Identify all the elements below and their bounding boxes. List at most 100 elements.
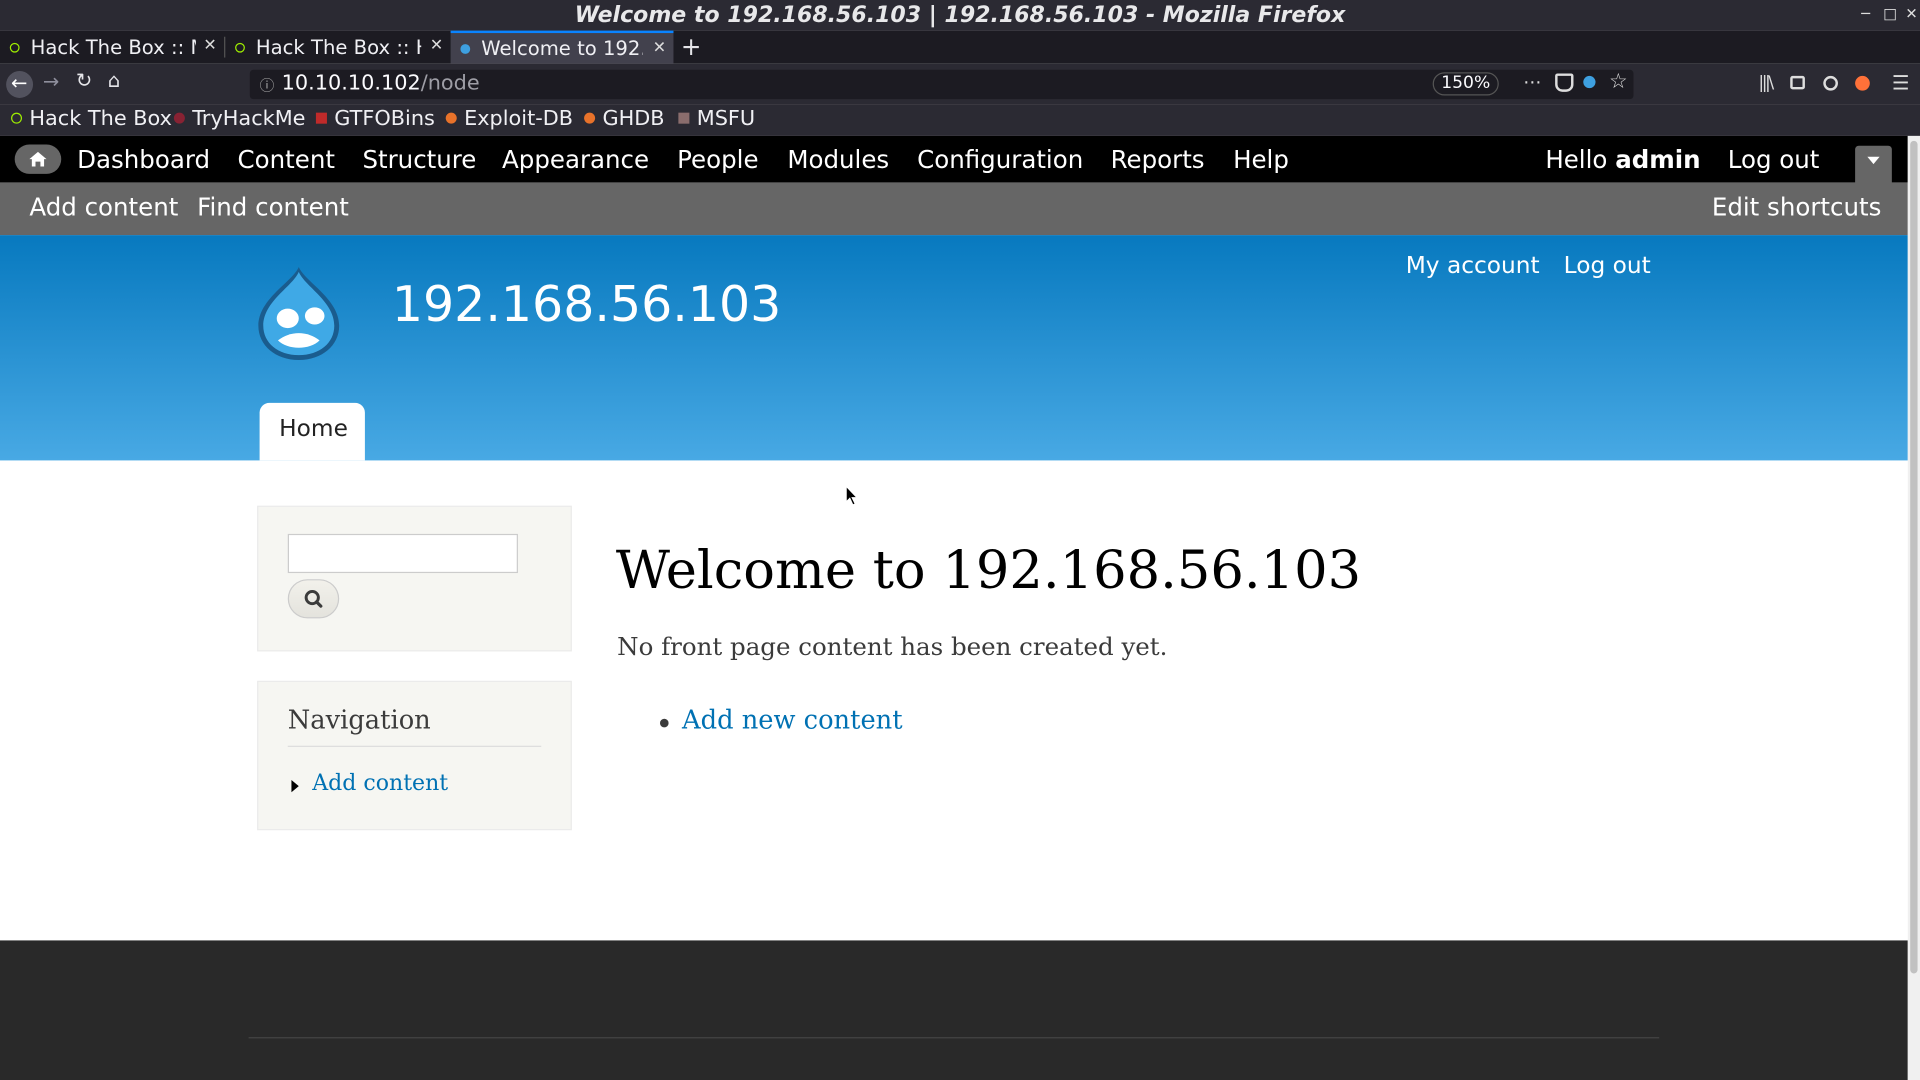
- add-new-content-link[interactable]: Add new content: [682, 705, 903, 734]
- tab-label: Hack The Box :: H: [255, 35, 422, 59]
- tryhackme-favicon-icon: [173, 112, 185, 124]
- tab-label: Hack The Box :: M: [30, 35, 196, 59]
- bookmark-label: Hack The Box: [29, 106, 172, 132]
- toolbar-people[interactable]: People: [677, 144, 758, 173]
- tab-strip: Hack The Box :: M ✕ Hack The Box :: H ✕ …: [0, 30, 1920, 64]
- ghdb-favicon-icon: [584, 112, 596, 124]
- search-input[interactable]: [287, 533, 518, 574]
- new-tab-icon[interactable]: +: [681, 32, 702, 61]
- home-icon[interactable]: ⌂: [108, 69, 120, 92]
- bookmark-label: GHDB: [602, 106, 665, 132]
- bookmark-exploit-db[interactable]: Exploit-DB: [445, 106, 574, 132]
- forward-arrow-icon[interactable]: →: [43, 70, 59, 93]
- tab-hackthebox-1[interactable]: Hack The Box :: M ✕: [0, 31, 224, 64]
- toolbar-content[interactable]: Content: [238, 144, 335, 173]
- close-tab-icon[interactable]: ✕: [203, 37, 216, 55]
- hackthebox-favicon-icon: [11, 112, 23, 124]
- msfu-favicon-icon: [678, 112, 690, 124]
- tab-hackthebox-2[interactable]: Hack The Box :: H ✕: [225, 31, 450, 64]
- navigation-divider: [287, 745, 542, 747]
- bookmark-star-icon[interactable]: ☆: [1609, 70, 1628, 94]
- nav-item-add-content[interactable]: Add content: [312, 770, 448, 796]
- home-icon: [29, 151, 47, 167]
- bookmark-label: GTFOBins: [334, 106, 435, 132]
- close-window-icon[interactable]: ✕: [1905, 5, 1917, 22]
- toolbar-modules[interactable]: Modules: [787, 144, 889, 173]
- exploit-db-favicon-icon: [445, 112, 457, 124]
- window-titlebar: Welcome to 192.168.56.103 | 192.168.56.1…: [0, 0, 1920, 31]
- hello-text: Hello: [1545, 144, 1616, 174]
- site-info-icon[interactable]: ⓘ: [260, 75, 275, 96]
- site-name[interactable]: 192.168.56.103: [392, 277, 782, 333]
- page-title: Welcome to 192.168.56.103: [615, 540, 1362, 602]
- toolbar-appearance[interactable]: Appearance: [502, 144, 649, 173]
- url-host: 10.10.10.102: [281, 71, 421, 96]
- url-path: /node: [420, 71, 480, 96]
- bookmark-label: MSFU: [696, 106, 756, 132]
- url-bar[interactable]: ⓘ 10.10.10.102/node 150% ⋯ ☆: [249, 69, 1634, 100]
- close-tab-icon[interactable]: ✕: [430, 37, 443, 55]
- toolbar-user-greeting[interactable]: Hello admin: [1545, 144, 1700, 173]
- bookmark-hackthebox[interactable]: Hack The Box: [11, 107, 172, 131]
- tab-label: Welcome to 192.1: [481, 36, 643, 61]
- back-arrow-icon: ←: [11, 71, 28, 95]
- toolbar-dashboard[interactable]: Dashboard: [77, 144, 210, 173]
- page-scrollbar[interactable]: [1907, 135, 1920, 1080]
- username: admin: [1615, 144, 1701, 174]
- chevron-down-icon: [1867, 156, 1880, 165]
- shortcuts-toggle-button[interactable]: [1855, 145, 1892, 183]
- back-button[interactable]: ←: [6, 71, 34, 98]
- hamburger-menu-icon[interactable]: ☰: [1892, 71, 1910, 94]
- sidebar-icon[interactable]: [1790, 75, 1805, 90]
- url-text: 10.10.10.102/node: [282, 71, 480, 95]
- account-icon[interactable]: [1823, 75, 1838, 91]
- bookmark-gtfobins[interactable]: GTFOBins: [315, 106, 435, 132]
- my-account-link[interactable]: My account: [1406, 252, 1540, 279]
- page-actions-icon[interactable]: ⋯: [1523, 71, 1541, 93]
- zoom-level-badge[interactable]: 150%: [1432, 72, 1499, 96]
- tab-home-label: Home: [279, 415, 348, 443]
- navigation-title: Navigation: [287, 705, 431, 735]
- bookmark-msfu[interactable]: MSFU: [678, 107, 755, 131]
- bookmark-tryhackme[interactable]: TryHackMe: [173, 106, 306, 132]
- tab-welcome-active[interactable]: Welcome to 192.1 ✕: [450, 30, 674, 64]
- navigation-block: [257, 680, 572, 831]
- shortcut-add-content[interactable]: Add content: [29, 192, 178, 221]
- search-icon: [304, 589, 323, 608]
- close-tab-icon[interactable]: ✕: [653, 39, 666, 57]
- list-bullet: [660, 718, 669, 728]
- toolbar-reports[interactable]: Reports: [1111, 144, 1205, 173]
- site-footer: [0, 940, 1908, 1080]
- front-page-message: No front page content has been created y…: [617, 631, 1168, 662]
- search-button[interactable]: [287, 579, 340, 619]
- edit-shortcuts-link[interactable]: Edit shortcuts: [1712, 192, 1881, 221]
- window-title: Welcome to 192.168.56.103 | 192.168.56.1…: [574, 2, 1346, 29]
- toolbar-configuration[interactable]: Configuration: [917, 144, 1083, 173]
- scrollbar-thumb[interactable]: [1910, 140, 1918, 974]
- hackthebox-favicon-icon: [235, 42, 245, 53]
- gtfobins-favicon-icon: [315, 112, 327, 124]
- shortcut-find-content[interactable]: Find content: [197, 192, 349, 221]
- drupal-favicon-icon: [460, 43, 471, 54]
- drupal-logo[interactable]: [253, 264, 344, 362]
- drupal-extension-icon[interactable]: [1583, 75, 1596, 89]
- minimize-icon[interactable]: ─: [1861, 5, 1870, 22]
- toolbar-home-button[interactable]: [14, 144, 62, 174]
- mouse-cursor-icon: [845, 484, 859, 506]
- caret-right-icon: [291, 780, 299, 793]
- tab-home[interactable]: Home: [259, 402, 365, 461]
- bookmark-ghdb[interactable]: GHDB: [584, 106, 665, 132]
- toolbar-logout[interactable]: Log out: [1728, 144, 1820, 173]
- firefox-extension-icon[interactable]: [1855, 75, 1870, 91]
- pocket-icon[interactable]: [1555, 73, 1574, 92]
- reload-icon[interactable]: ↻: [76, 69, 92, 92]
- library-icon[interactable]: |||\: [1758, 73, 1774, 93]
- footer-divider: [248, 1037, 1660, 1039]
- bookmark-label: Exploit-DB: [464, 106, 574, 132]
- hackthebox-favicon-icon: [9, 42, 20, 53]
- bookmark-label: TryHackMe: [192, 106, 306, 132]
- toolbar-structure[interactable]: Structure: [362, 144, 476, 173]
- toolbar-help[interactable]: Help: [1233, 144, 1289, 173]
- header-logout-link[interactable]: Log out: [1564, 252, 1651, 279]
- maximize-icon[interactable]: □: [1883, 5, 1897, 22]
